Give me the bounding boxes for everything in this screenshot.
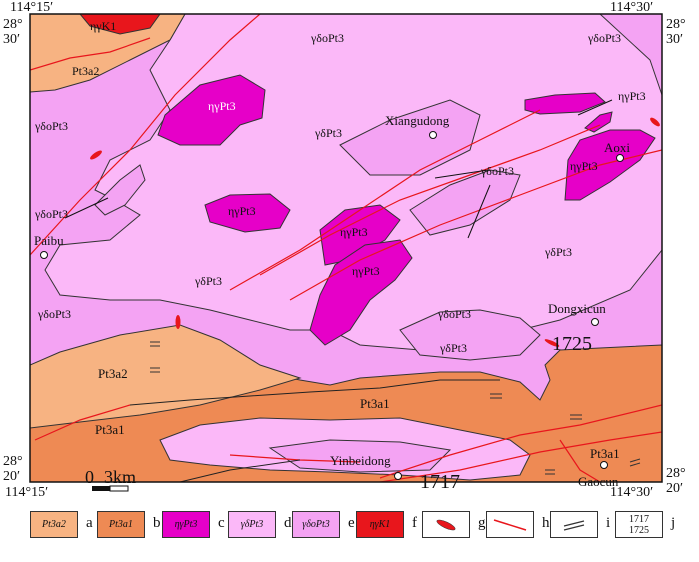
marker-aoxi [616,154,624,162]
scale-zero: 0 [85,467,94,487]
place-paibu: Paibu [34,233,64,248]
legend: Pt3a2 a Pt3a1 b ηγPt3 c γδPt3 d γδoPt3 e… [0,503,699,562]
label-ngk1: ηγK1 [90,19,116,33]
place-aoxi: Aoxi [604,140,630,155]
sample-1717: 1717 [420,471,460,493]
label-pt3a1-left: Pt3a1 [95,422,125,437]
label-pt3a1-mid: Pt3a1 [360,396,390,411]
label-pt3a2-bottom: Pt3a2 [98,366,128,381]
marker-dongxicun [591,318,599,326]
label-pt3a1-right: Pt3a1 [590,446,620,461]
legend-swatch-j: 1717 1725 [615,511,663,538]
marker-yinbeidong [394,472,402,480]
label-godpt3-6: γδoPt3 [37,307,71,321]
legend-letter-i: i [606,515,611,531]
label-ngpt3-4: ηγPt3 [352,264,380,278]
marker-gaocun [600,461,608,469]
marker-paibu [40,251,48,259]
label-ngpt3-1: ηγPt3 [208,99,236,113]
label-ngpt3-2: ηγPt3 [228,204,256,218]
lens-symbol-icon [436,519,456,530]
fault-line-icon [493,518,527,531]
place-yinbeidong: Yinbeidong [330,453,391,468]
legend-swatch-g [422,511,470,538]
lens-2 [175,315,181,329]
label-gdpt3-right: γδPt3 [544,245,572,259]
label-godpt3-3: γδoPt3 [34,119,68,133]
label-godpt3-1: γδoPt3 [310,31,344,45]
scale-km: 3km [104,467,136,487]
attitude-symbol-icon [563,519,585,531]
label-godpt3-4: γδoPt3 [34,207,68,221]
label-godpt3-7: γδoPt3 [437,307,471,321]
label-gdpt3-low: γδPt3 [439,341,467,355]
legend-letter-j: j [671,515,676,531]
place-xiangudong: Xiangudong [385,113,450,128]
legend-swatch-e: γδoPt3 [292,511,340,538]
legend-swatch-i [550,511,598,538]
legend-letter-d: d [284,515,292,531]
label-ngpt3-5: ηγPt3 [618,89,646,103]
legend-swatch-c: ηγPt3 [162,511,210,538]
legend-letter-g: g [478,515,486,531]
legend-swatch-f: ηγK1 [356,511,404,538]
legend-swatch-a: Pt3a2 [30,511,78,538]
place-gaocun: Gaocun [578,474,619,489]
label-ngpt3-6: ηγPt3 [570,159,598,173]
legend-letter-a: a [86,515,93,531]
legend-letter-b: b [153,515,161,531]
legend-letter-c: c [218,515,225,531]
label-godpt3-2: γδoPt3 [587,31,621,45]
place-dongxicun: Dongxicun [548,301,606,316]
legend-swatch-b: Pt3a1 [97,511,145,538]
label-gdpt3-mid: γδPt3 [194,274,222,288]
legend-swatch-h [486,511,534,538]
legend-sample-top: 1717 [629,513,649,525]
label-ngpt3-3: ηγPt3 [340,225,368,239]
legend-letter-f: f [412,515,417,531]
legend-swatch-d: γδPt3 [228,511,276,538]
label-gdpt3-top: γδPt3 [314,126,342,140]
label-pt3a2-top: Pt3a2 [72,64,99,78]
label-godpt3-5: γδoPt3 [480,164,514,178]
marker-xiangudong [429,131,437,139]
sample-1725: 1725 [552,333,592,355]
legend-letter-e: e [348,515,355,531]
legend-letter-h: h [542,515,550,531]
legend-sample-bottom: 1725 [629,524,649,536]
geologic-map: ηγK1 Pt3a2 γδoPt3 γδoPt3 γδoPt3 γδoPt3 γ… [29,13,663,493]
